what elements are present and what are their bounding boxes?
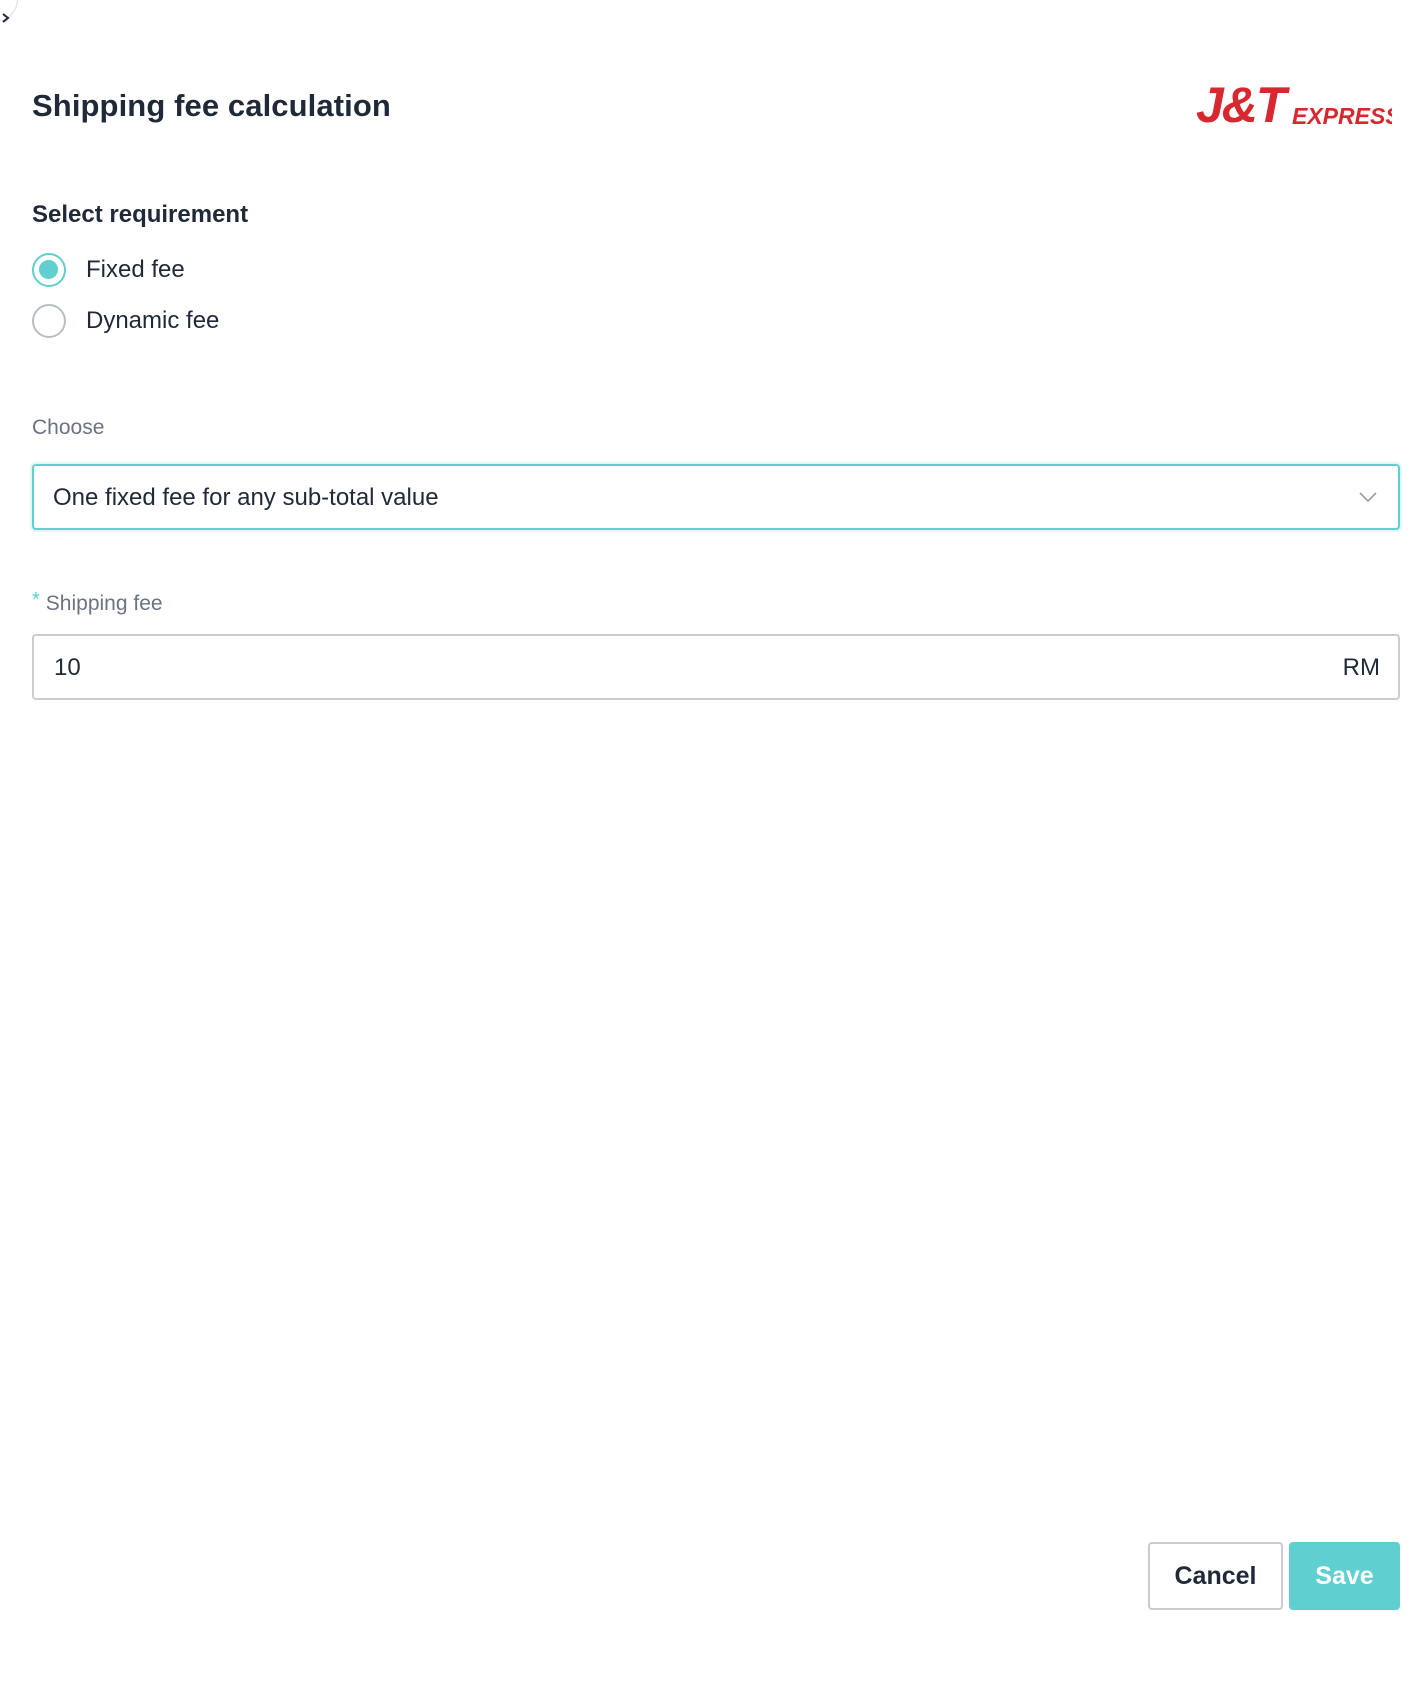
collapse-panel-button[interactable]: [0, 0, 18, 23]
page-title: Shipping fee calculation: [32, 88, 391, 123]
shipping-fee-panel: Shipping fee calculation J&T EXPRESS Sel…: [0, 0, 1426, 1692]
radio-label-fixed-fee: Fixed fee: [86, 256, 185, 283]
choose-select[interactable]: One fixed fee for any sub-total value: [32, 464, 1400, 530]
currency-suffix: RM: [1342, 654, 1380, 681]
radio-option-dynamic-fee[interactable]: Dynamic fee: [32, 303, 219, 339]
radio-label-dynamic-fee: Dynamic fee: [86, 307, 220, 334]
chevron-right-icon: [2, 13, 10, 23]
radio-option-fixed-fee[interactable]: Fixed fee: [32, 252, 185, 288]
logo-jt-text: J&T: [1196, 78, 1291, 130]
radio-unchecked-icon[interactable]: [32, 304, 66, 338]
shipping-fee-input[interactable]: 10 RM: [32, 634, 1400, 700]
choose-select-value: One fixed fee for any sub-total value: [53, 484, 439, 511]
shipping-fee-value[interactable]: 10: [54, 654, 81, 682]
required-marker: *: [32, 589, 40, 611]
requirement-label: Select requirement: [32, 201, 249, 228]
radio-checked-icon[interactable]: [32, 253, 66, 287]
jt-express-logo: J&T EXPRESS: [1196, 78, 1392, 130]
shipping-fee-label: Shipping fee: [45, 592, 163, 615]
save-button[interactable]: Save: [1289, 1542, 1400, 1610]
cancel-button[interactable]: Cancel: [1148, 1542, 1283, 1610]
chevron-down-icon: [1359, 492, 1377, 503]
logo-express-text: EXPRESS: [1292, 103, 1392, 129]
shipping-fee-label-row: * Shipping fee: [32, 589, 163, 616]
choose-label: Choose: [32, 416, 105, 439]
